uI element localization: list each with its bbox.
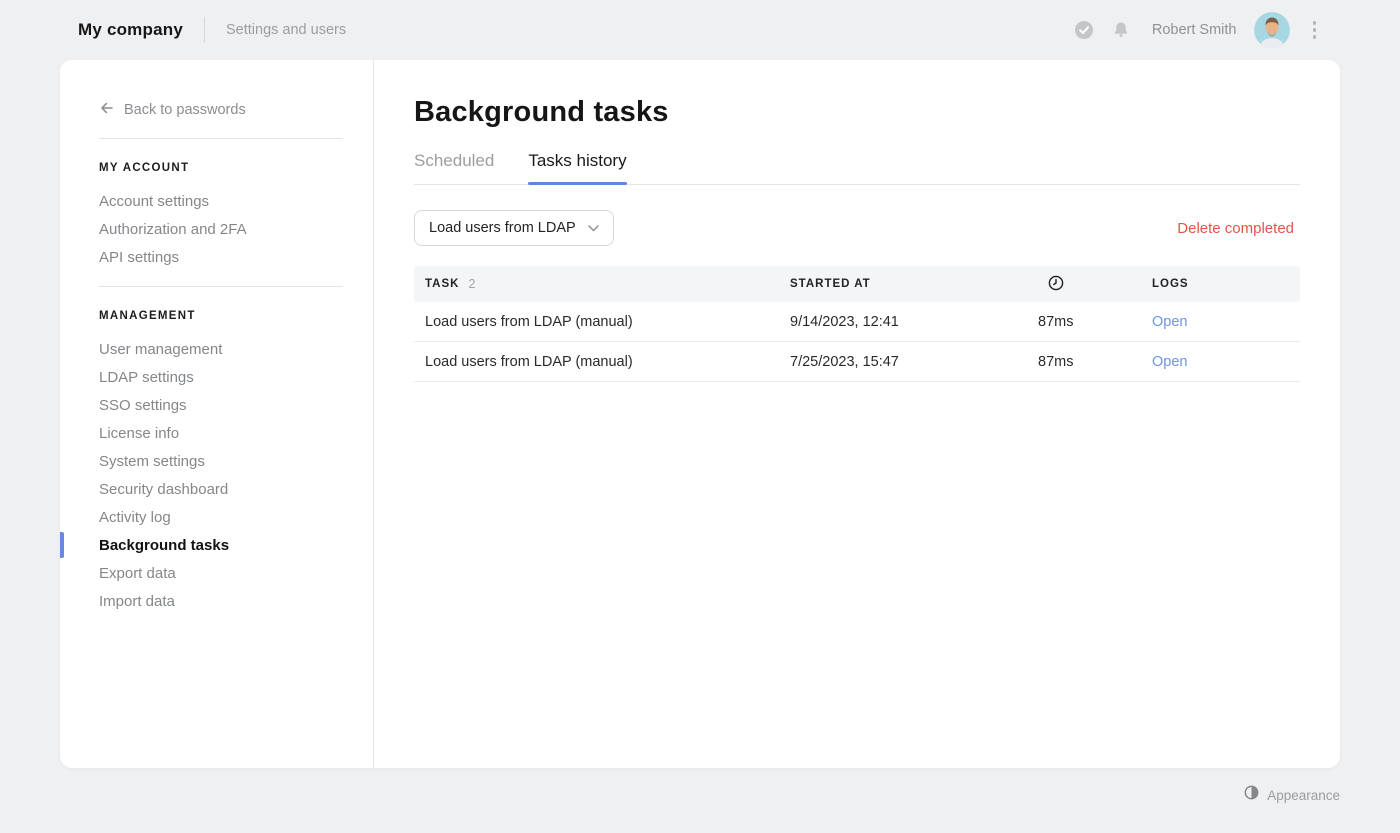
sidebar-item-export-data[interactable]: Export data xyxy=(99,559,343,587)
column-header-logs: LOGS xyxy=(1152,278,1300,290)
sidebar-item-license-info[interactable]: License info xyxy=(99,419,343,447)
column-header-started-at: STARTED AT xyxy=(790,278,1038,290)
task-filter-value: Load users from LDAP xyxy=(429,220,576,236)
sidebar-item-account-settings[interactable]: Account settings xyxy=(99,187,343,215)
toolbar: Load users from LDAP Delete completed xyxy=(414,210,1300,246)
sidebar-item-label: API settings xyxy=(99,249,179,266)
task-count-badge: 2 xyxy=(468,277,475,291)
topbar-left: My company Settings and users xyxy=(78,17,346,43)
sidebar-item-label: License info xyxy=(99,425,179,442)
avatar[interactable] xyxy=(1254,12,1290,48)
open-logs-link[interactable]: Open xyxy=(1152,354,1187,370)
company-logo[interactable]: My company xyxy=(78,20,183,40)
task-cell: Load users from LDAP (manual) xyxy=(414,354,790,370)
clock-icon xyxy=(1048,275,1064,294)
footer: Appearance xyxy=(60,785,1340,805)
tabs: Scheduled Tasks history xyxy=(414,151,1300,185)
task-filter-dropdown[interactable]: Load users from LDAP xyxy=(414,210,614,246)
table-row: Load users from LDAP (manual) 7/25/2023,… xyxy=(414,342,1300,382)
sidebar: Back to passwords MY ACCOUNT Account set… xyxy=(60,60,374,768)
appearance-label: Appearance xyxy=(1267,788,1340,803)
contrast-icon xyxy=(1244,785,1259,805)
kebab-menu-icon[interactable] xyxy=(1307,17,1323,43)
chevron-down-icon xyxy=(588,220,599,236)
sidebar-item-sso-settings[interactable]: SSO settings xyxy=(99,391,343,419)
topbar-divider xyxy=(204,17,205,43)
topbar: My company Settings and users Robert Smi… xyxy=(0,0,1400,60)
started-at-cell: 7/25/2023, 15:47 xyxy=(790,354,1038,370)
page-title: Background tasks xyxy=(414,96,1300,129)
sidebar-item-label: Export data xyxy=(99,565,176,582)
column-header-duration xyxy=(1038,275,1152,294)
section-title-my-account: MY ACCOUNT xyxy=(99,162,343,174)
sidebar-item-background-tasks[interactable]: Background tasks xyxy=(99,531,343,559)
nav-management: User management LDAP settings SSO settin… xyxy=(99,335,343,615)
sidebar-divider xyxy=(99,286,343,287)
section-title-management: MANAGEMENT xyxy=(99,310,343,322)
sidebar-item-import-data[interactable]: Import data xyxy=(99,587,343,615)
open-logs-link[interactable]: Open xyxy=(1152,314,1187,330)
sidebar-item-label: SSO settings xyxy=(99,397,187,414)
appearance-toggle[interactable]: Appearance xyxy=(1244,785,1340,805)
sidebar-item-activity-log[interactable]: Activity log xyxy=(99,503,343,531)
check-circle-icon[interactable] xyxy=(1074,20,1094,40)
nav-my-account: Account settings Authorization and 2FA A… xyxy=(99,187,343,271)
tab-scheduled[interactable]: Scheduled xyxy=(414,151,494,184)
sidebar-item-label: System settings xyxy=(99,453,205,470)
sidebar-divider xyxy=(99,138,343,139)
topbar-right: Robert Smith xyxy=(1074,12,1322,48)
started-at-cell: 9/14/2023, 12:41 xyxy=(790,314,1038,330)
duration-cell: 87ms xyxy=(1038,354,1152,370)
user-name: Robert Smith xyxy=(1152,22,1237,38)
sidebar-item-api-settings[interactable]: API settings xyxy=(99,243,343,271)
task-header-label: TASK xyxy=(425,278,459,290)
bell-icon[interactable] xyxy=(1111,20,1131,40)
sidebar-item-security-dashboard[interactable]: Security dashboard xyxy=(99,475,343,503)
back-to-passwords-link[interactable]: Back to passwords xyxy=(99,100,343,120)
sidebar-item-label: Activity log xyxy=(99,509,171,526)
sidebar-item-system-settings[interactable]: System settings xyxy=(99,447,343,475)
table-row: Load users from LDAP (manual) 9/14/2023,… xyxy=(414,302,1300,342)
sidebar-item-label: Security dashboard xyxy=(99,481,228,498)
sidebar-item-label: Account settings xyxy=(99,193,209,210)
tasks-history-table: TASK 2 STARTED AT LOGS Load users from L… xyxy=(414,266,1300,382)
main-content: Background tasks Scheduled Tasks history… xyxy=(374,60,1340,768)
sidebar-item-label: Background tasks xyxy=(99,537,229,554)
settings-card: Back to passwords MY ACCOUNT Account set… xyxy=(60,60,1340,768)
sidebar-item-label: Import data xyxy=(99,593,175,610)
sidebar-item-ldap-settings[interactable]: LDAP settings xyxy=(99,363,343,391)
tab-tasks-history[interactable]: Tasks history xyxy=(528,151,626,184)
back-link-label: Back to passwords xyxy=(124,102,246,118)
sidebar-item-label: User management xyxy=(99,341,222,358)
duration-cell: 87ms xyxy=(1038,314,1152,330)
table-header-row: TASK 2 STARTED AT LOGS xyxy=(414,266,1300,302)
back-arrow-icon xyxy=(99,100,115,120)
sidebar-item-authorization-2fa[interactable]: Authorization and 2FA xyxy=(99,215,343,243)
breadcrumb: Settings and users xyxy=(226,22,346,38)
sidebar-item-label: Authorization and 2FA xyxy=(99,221,247,238)
sidebar-item-user-management[interactable]: User management xyxy=(99,335,343,363)
column-header-task: TASK 2 xyxy=(414,277,790,291)
sidebar-item-label: LDAP settings xyxy=(99,369,194,386)
task-cell: Load users from LDAP (manual) xyxy=(414,314,790,330)
delete-completed-button[interactable]: Delete completed xyxy=(1171,219,1300,238)
